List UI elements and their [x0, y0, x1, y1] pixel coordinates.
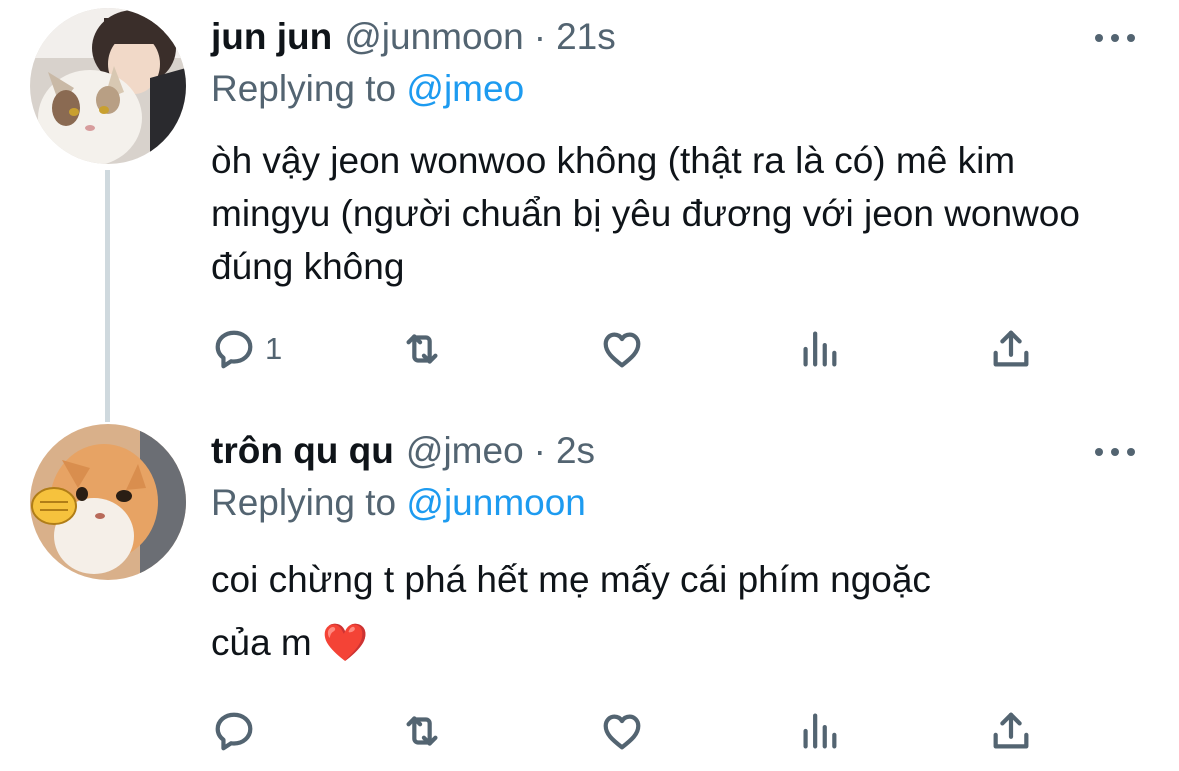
retweet-button[interactable]: [399, 324, 445, 374]
share-button[interactable]: [988, 706, 1034, 756]
analytics-icon: [803, 331, 837, 367]
replying-to-line: Replying to @junmoon: [211, 482, 586, 524]
reply-mention-link[interactable]: @junmoon: [406, 482, 586, 523]
more-options-icon[interactable]: [1095, 28, 1135, 48]
share-icon: [993, 330, 1029, 367]
heart-emoji-icon: ❤️: [322, 622, 369, 663]
reply-count: 1: [265, 331, 283, 366]
timestamp[interactable]: 21s: [556, 16, 616, 58]
timestamp[interactable]: 2s: [556, 430, 595, 472]
tweet-actions: 1: [211, 324, 1041, 374]
like-button[interactable]: [599, 324, 645, 374]
retweet-button[interactable]: [399, 706, 445, 756]
user-handle[interactable]: @jmeo: [406, 430, 524, 472]
analytics-icon: [803, 713, 837, 749]
avatar-tronququ[interactable]: [30, 424, 186, 580]
tweet-1[interactable]: jun jun @junmoon · 21s Replying to @jmeo…: [0, 0, 1179, 400]
display-name[interactable]: jun jun: [211, 16, 332, 58]
tweet-text-line-2-text: của m: [211, 622, 312, 663]
replying-to-line: Replying to @jmeo: [211, 68, 524, 110]
avatar-junjun[interactable]: [30, 8, 186, 164]
like-icon: [603, 332, 641, 368]
reply-button[interactable]: 1: [211, 324, 282, 374]
reply-mention-link[interactable]: @jmeo: [406, 68, 524, 109]
like-button[interactable]: [599, 706, 645, 756]
analytics-button[interactable]: [796, 324, 842, 374]
reply-icon: [215, 712, 253, 751]
retweet-icon: [406, 334, 438, 364]
analytics-button[interactable]: [796, 706, 842, 756]
tweet-text: òh vậy jeon wonwoo không (thật ra là có)…: [211, 140, 1080, 287]
tweet-actions: [211, 706, 1041, 756]
retweet-icon: [406, 716, 438, 746]
user-handle[interactable]: @junmoon: [344, 16, 524, 58]
tweet-text-line-2: của m ❤️: [211, 611, 1111, 674]
tweet-text: coi chừng t phá hết mẹ mấy cái phím ngoặ…: [211, 548, 1111, 674]
replying-to-label: Replying to: [211, 68, 397, 109]
display-name[interactable]: trôn qu qu: [211, 430, 394, 472]
reply-button[interactable]: [211, 706, 257, 756]
like-icon: [603, 714, 641, 750]
separator-dot: ·: [533, 16, 547, 57]
more-options-icon[interactable]: [1095, 442, 1135, 462]
share-button[interactable]: [988, 324, 1034, 374]
tweet-header: jun jun @junmoon · 21s: [211, 16, 616, 62]
separator-dot: ·: [533, 430, 546, 471]
replying-to-label: Replying to: [211, 482, 397, 523]
tweet-header: trôn qu qu @jmeo · 2s: [211, 430, 595, 476]
share-icon: [993, 712, 1029, 749]
reply-icon: [215, 330, 253, 369]
tweet-text-line-1: coi chừng t phá hết mẹ mấy cái phím ngoặ…: [211, 559, 931, 600]
tweet-2[interactable]: trôn qu qu @jmeo · 2s Replying to @junmo…: [0, 410, 1179, 771]
